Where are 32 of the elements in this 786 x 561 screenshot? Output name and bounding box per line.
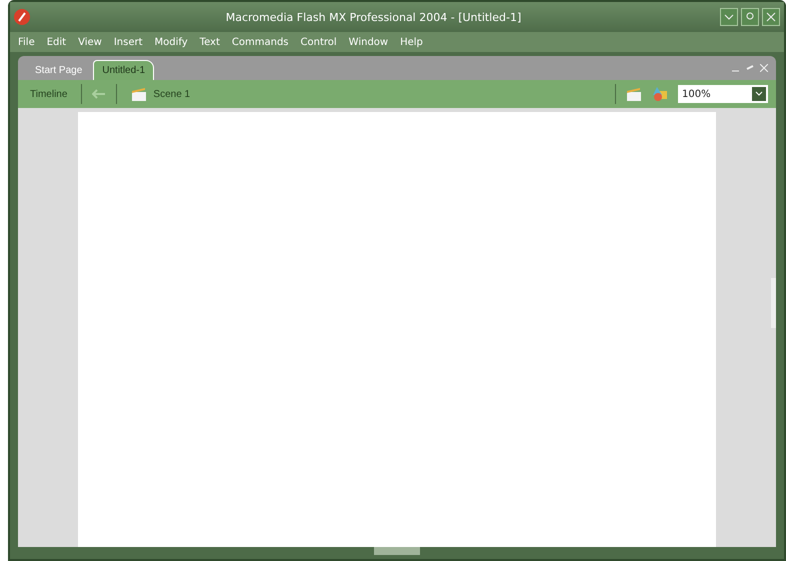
back-arrow-icon[interactable]: [92, 89, 106, 99]
menu-item[interactable]: Window: [348, 36, 388, 48]
zoom-dropdown[interactable]: 100%: [678, 85, 768, 103]
document-tab[interactable]: Start Page: [26, 60, 92, 80]
menu-item[interactable]: Edit: [46, 36, 66, 48]
chevron-down-icon: [724, 12, 734, 22]
menu-item[interactable]: Commands: [232, 36, 289, 48]
minimize-button[interactable]: [720, 8, 738, 26]
menu-item[interactable]: Modify: [154, 36, 188, 48]
close-icon[interactable]: [760, 64, 768, 72]
menu-item[interactable]: Control: [300, 36, 337, 48]
caret-icon: [755, 91, 763, 97]
circle-icon: [745, 12, 755, 22]
clapper-icon: [131, 87, 148, 101]
panel-grip[interactable]: [374, 547, 420, 555]
menu-item[interactable]: Text: [200, 36, 220, 48]
clapper-icon[interactable]: [626, 87, 642, 101]
menu-item[interactable]: Insert: [114, 36, 143, 48]
restore-button[interactable]: [741, 8, 759, 26]
menu-item[interactable]: Help: [400, 36, 423, 48]
window-title: Macromedia Flash MX Professional 2004 - [Untitled-1]: [224, 10, 522, 24]
menu-item[interactable]: File: [18, 36, 35, 48]
scene-button[interactable]: Scene 1: [127, 87, 194, 101]
menu-item[interactable]: View: [78, 36, 102, 48]
close-icon: [766, 12, 776, 22]
timeline-button[interactable]: Timeline: [26, 88, 72, 100]
close-button[interactable]: [762, 8, 780, 26]
app-logo-icon: [14, 9, 30, 25]
shapes-icon[interactable]: [652, 86, 668, 102]
restore-icon[interactable]: [746, 64, 754, 72]
panel-handle[interactable]: [771, 278, 776, 328]
document-tab[interactable]: Untitled-1: [93, 60, 154, 80]
